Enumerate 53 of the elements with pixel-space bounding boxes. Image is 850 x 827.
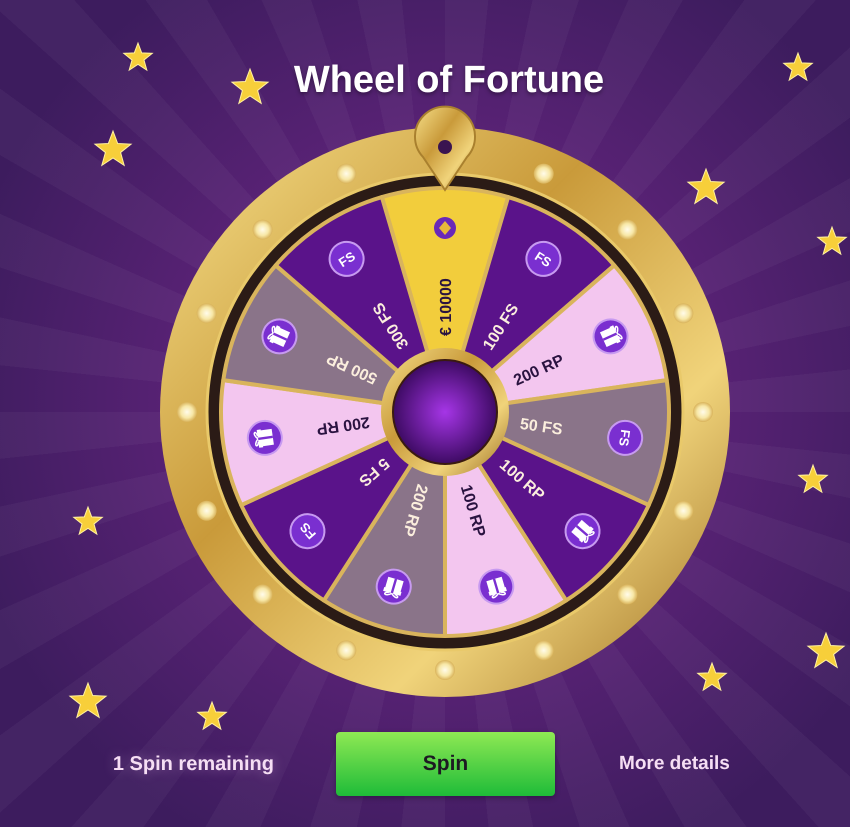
prize-label: 5 FS xyxy=(355,454,392,490)
star-icon xyxy=(806,632,846,669)
star-icon xyxy=(122,42,154,72)
light-bulb-icon xyxy=(336,164,356,184)
light-bulb-icon xyxy=(252,220,273,240)
prize-label: 100 FS xyxy=(480,300,522,354)
star-icon xyxy=(686,168,726,205)
prize-label: 100 RP xyxy=(496,456,548,504)
light-bulb-icon xyxy=(534,164,554,184)
star-icon xyxy=(196,700,228,730)
free-spins-badge: FS xyxy=(289,513,326,550)
diamond-coin-icon xyxy=(434,217,456,239)
star-icon xyxy=(68,682,108,719)
star-icon xyxy=(816,226,848,256)
free-spins-badge: FS xyxy=(328,240,365,277)
spin-button[interactable]: Spin xyxy=(336,732,555,796)
light-bulb-icon xyxy=(336,640,356,660)
spins-remaining-text: 1 Spin remaining xyxy=(112,752,274,776)
light-bulb-icon xyxy=(196,500,217,521)
gift-icon xyxy=(376,568,412,605)
star-icon xyxy=(94,130,132,167)
page-title: Wheel of Fortune xyxy=(294,58,604,102)
star-icon xyxy=(72,506,104,536)
star-icon xyxy=(782,52,814,82)
light-bulb-icon xyxy=(673,303,694,324)
gift-icon xyxy=(246,420,283,456)
light-bulb-icon xyxy=(534,640,554,660)
light-bulb-icon xyxy=(252,584,273,604)
prize-label: 100 RP xyxy=(456,482,488,539)
gift-icon xyxy=(564,513,601,550)
light-bulb-icon xyxy=(673,500,694,521)
star-icon xyxy=(696,662,728,692)
light-bulb-icon xyxy=(435,660,455,680)
gift-icon xyxy=(261,318,298,354)
prize-label: 50 FS xyxy=(518,416,564,439)
free-spins-badge: FS xyxy=(607,420,644,456)
prize-label: 200 RP xyxy=(511,352,567,390)
light-bulb-icon xyxy=(693,402,713,422)
prize-label: € 10000 xyxy=(438,278,455,336)
more-details-link[interactable]: More details xyxy=(619,753,730,775)
star-icon xyxy=(797,464,829,494)
star-icon xyxy=(230,68,270,105)
prize-label: 500 RP xyxy=(324,349,380,387)
light-bulb-icon xyxy=(617,584,638,604)
prize-label: 200 RP xyxy=(398,482,430,538)
prize-label: 300 FS xyxy=(370,299,412,352)
light-bulb-icon xyxy=(177,402,197,422)
gift-icon xyxy=(592,318,629,354)
prize-label: 200 RP xyxy=(316,412,371,438)
light-bulb-icon xyxy=(196,303,217,324)
free-spins-badge: FS xyxy=(525,240,562,277)
gift-icon xyxy=(478,568,514,605)
light-bulb-icon xyxy=(617,220,638,240)
